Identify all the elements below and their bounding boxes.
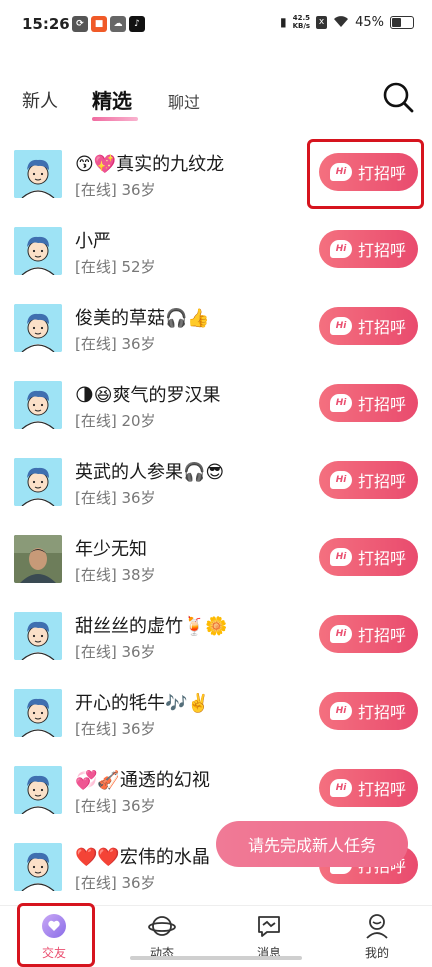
status-time: 15:26 (22, 15, 70, 33)
status-bar: 15:26 ⟳ ■ ☁ ♪ ▮ 42.5 KB/s x 45% (0, 0, 432, 52)
sync-icon: ⟳ (72, 16, 88, 32)
user-status: [在线] 38岁 (75, 566, 156, 584)
user-name: 💞🎻通透的幻视 (75, 770, 210, 791)
hi-icon: Hi (330, 548, 352, 566)
hi-icon: Hi (330, 779, 352, 797)
greet-button-label: 打招呼 (358, 241, 407, 260)
avatar (14, 458, 62, 506)
greet-button-label: 打招呼 (358, 626, 407, 645)
wifi-icon (334, 16, 349, 27)
net-speed-unit: KB/s (292, 22, 311, 30)
user-row[interactable]: 英武的人参果🎧😎 [在线] 36岁 Hi 打招呼 (0, 450, 432, 527)
user-name: 甜丝丝的虚竹🍹🌼 (75, 616, 228, 637)
tab-chatted[interactable]: 聊过 (168, 89, 200, 113)
hi-icon: Hi (330, 163, 352, 181)
user-row[interactable]: 😙💖真实的九纹龙 [在线] 36岁 Hi 打招呼 (0, 142, 432, 219)
vibrate-icon: ▮ (280, 15, 287, 29)
user-name: 😙💖真实的九纹龙 (75, 154, 225, 175)
planet-icon (148, 916, 176, 936)
user-row[interactable]: 俊美的草菇🎧👍 [在线] 36岁 Hi 打招呼 (0, 296, 432, 373)
battery-icon (390, 15, 414, 29)
user-status: [在线] 36岁 (75, 720, 156, 738)
greet-button[interactable]: Hi 打招呼 (319, 384, 418, 422)
greet-button[interactable]: Hi 打招呼 (319, 461, 418, 499)
user-row[interactable]: 甜丝丝的虚竹🍹🌼 [在线] 36岁 Hi 打招呼 (0, 604, 432, 681)
nav-label: 我的 (364, 946, 389, 960)
user-status: [在线] 52岁 (75, 258, 156, 276)
greet-button-label: 打招呼 (358, 780, 407, 799)
greet-button-label: 打招呼 (358, 318, 407, 337)
battery-percent: 45% (355, 14, 384, 30)
sim-x-icon: x (316, 15, 328, 29)
message-bubble-icon (258, 916, 280, 937)
user-status: [在线] 36岁 (75, 181, 156, 199)
nav-friends[interactable]: 交友 (14, 906, 94, 965)
greet-button[interactable]: Hi 打招呼 (319, 538, 418, 576)
user-row[interactable]: 年少无知 [在线] 38岁 Hi 打招呼 (0, 527, 432, 604)
user-name: 英武的人参果🎧😎 (75, 462, 225, 483)
user-name: 俊美的草菇🎧👍 (75, 308, 210, 329)
status-right-group: ▮ 42.5 KB/s x 45% (280, 14, 414, 30)
tiktok-icon: ♪ (129, 16, 145, 32)
user-name: 年少无知 (75, 539, 147, 560)
hi-icon: Hi (330, 240, 352, 258)
status-app-icons: ⟳ ■ ☁ ♪ (72, 16, 145, 32)
greet-button-label: 打招呼 (358, 395, 407, 414)
net-speed-value: 42.5 (292, 14, 310, 22)
greet-button-label: 打招呼 (358, 549, 407, 568)
user-name: ❤️❤️宏伟的水晶 (75, 847, 210, 868)
user-status: [在线] 36岁 (75, 874, 156, 892)
greet-button[interactable]: Hi 打招呼 (319, 153, 418, 191)
search-icon (383, 82, 414, 113)
user-status: [在线] 20岁 (75, 412, 156, 430)
greet-button[interactable]: Hi 打招呼 (319, 230, 418, 268)
greet-button[interactable]: Hi 打招呼 (319, 615, 418, 653)
nav-profile[interactable]: 我的 (337, 906, 417, 965)
cloud-icon: ☁ (110, 16, 126, 32)
avatar (14, 381, 62, 429)
net-speed: 42.5 KB/s (293, 14, 310, 30)
user-name: 🌗😆爽气的罗汉果 (75, 385, 221, 406)
top-tabs: 新人 精选 聊过 (0, 80, 432, 124)
greet-button-label: 打招呼 (358, 703, 407, 722)
hi-icon: Hi (330, 394, 352, 412)
heart-bubble-icon (42, 914, 66, 938)
tab-new-users[interactable]: 新人 (22, 87, 58, 113)
user-name: 小严 (75, 231, 111, 252)
user-status: [在线] 36岁 (75, 335, 156, 353)
user-status: [在线] 36岁 (75, 489, 156, 507)
user-name: 开心的牦牛🎶✌️ (75, 693, 210, 714)
notification-app-icon: ■ (91, 16, 107, 32)
nav-label: 交友 (41, 946, 66, 960)
tab-featured[interactable]: 精选 (92, 85, 132, 114)
home-indicator[interactable] (130, 956, 302, 960)
tab-active-indicator (92, 117, 138, 121)
user-status: [在线] 36岁 (75, 643, 156, 661)
avatar (14, 843, 62, 891)
hi-icon: Hi (330, 625, 352, 643)
avatar-photo (14, 535, 62, 583)
greet-button[interactable]: Hi 打招呼 (319, 307, 418, 345)
greet-button[interactable]: Hi 打招呼 (319, 769, 418, 807)
greet-button-label: 打招呼 (358, 164, 407, 183)
greet-button-label: 打招呼 (358, 472, 407, 491)
user-status: [在线] 36岁 (75, 797, 156, 815)
newbie-task-toast[interactable]: 请先完成新人任务 (216, 821, 408, 867)
avatar (14, 766, 62, 814)
greet-button[interactable]: Hi 打招呼 (319, 692, 418, 730)
avatar (14, 150, 62, 198)
user-row[interactable]: 开心的牦牛🎶✌️ [在线] 36岁 Hi 打招呼 (0, 681, 432, 758)
person-icon (366, 914, 388, 939)
avatar (14, 227, 62, 275)
hi-icon: Hi (330, 317, 352, 335)
avatar (14, 612, 62, 660)
hi-icon: Hi (330, 471, 352, 489)
hi-icon: Hi (330, 702, 352, 720)
avatar (14, 689, 62, 737)
user-row[interactable]: 🌗😆爽气的罗汉果 [在线] 20岁 Hi 打招呼 (0, 373, 432, 450)
user-row[interactable]: 小严 [在线] 52岁 Hi 打招呼 (0, 219, 432, 296)
avatar (14, 304, 62, 352)
search-button[interactable] (381, 80, 415, 114)
